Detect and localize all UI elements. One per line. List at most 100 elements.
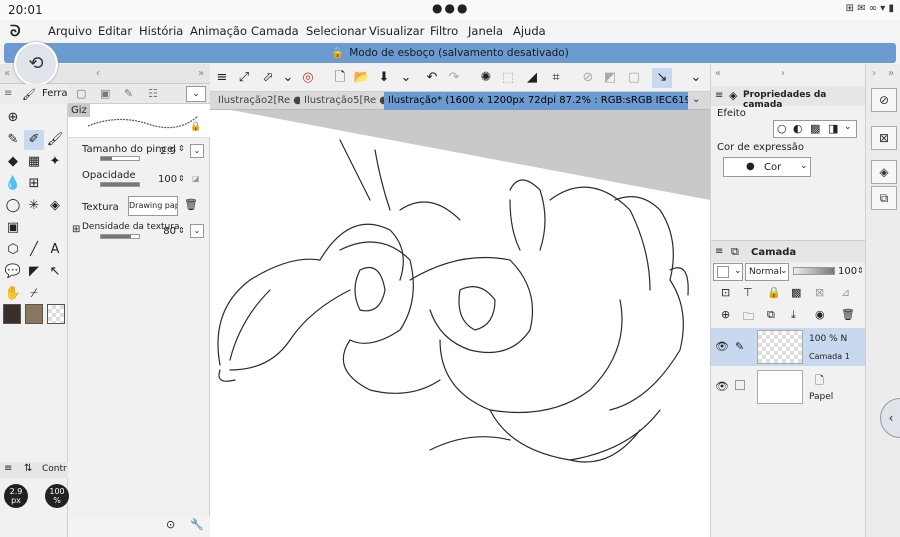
expand-icon[interactable]: ⤢ [234, 68, 254, 88]
pattern-tool-icon[interactable]: ▦ [24, 152, 44, 172]
blend-mode-select[interactable]: Normal ⌄ [745, 263, 789, 281]
trash-icon[interactable]: 🗑 [184, 198, 198, 211]
balloon-tool-icon[interactable]: 💬 [3, 262, 23, 282]
frame-icon[interactable]: ▢ [624, 68, 644, 88]
border-effect-icon[interactable]: ○ [777, 122, 787, 135]
layer-color-effect-icon[interactable]: ◨ [828, 122, 838, 135]
menu-selecionar[interactable]: Selecionar [306, 24, 366, 38]
chevron-down-icon[interactable]: ⌄ [692, 94, 700, 105]
brush-tab-icon[interactable]: 🖌 [22, 88, 36, 101]
lasso-tool-icon[interactable]: ◯ [3, 196, 23, 216]
3d-tool-icon[interactable]: ⬡ [3, 240, 23, 260]
new-folder-icon[interactable]: 🗀 [743, 308, 754, 327]
texture-density-slider[interactable] [100, 234, 140, 239]
pencil-tool-icon[interactable]: ✐ [24, 130, 44, 150]
panel-menu-icon[interactable]: ≡ [4, 88, 12, 99]
lock-alpha-icon[interactable]: ▩ [791, 286, 801, 299]
brush-size-dropdown[interactable]: ⌄ [190, 144, 204, 158]
subtool-icon-2[interactable]: ▣ [100, 87, 110, 100]
selection-icon[interactable]: ⬚ [498, 68, 518, 88]
tab-ilustracao2[interactable]: Ilustração2[Re ● [214, 92, 300, 110]
record-icon[interactable]: ⊕ [3, 108, 23, 128]
menu-janela[interactable]: Janela [468, 24, 503, 38]
opacity-indicator[interactable]: 100 % [45, 484, 69, 508]
edge-pull-handle[interactable]: ‹ [880, 398, 900, 438]
stepper-icon[interactable]: ⇕ [857, 266, 864, 275]
tone-effect-icon[interactable]: ◐ [793, 122, 803, 135]
chevron-down-icon[interactable]: ⌄ [186, 86, 206, 102]
crop-icon[interactable]: ⌗ [546, 68, 566, 88]
gradient-tool-icon[interactable]: ▣ [3, 218, 23, 238]
panel-menu-icon[interactable]: ≡ [4, 463, 12, 474]
transform-icon[interactable]: ⬀ [258, 68, 278, 88]
app-logo-icon[interactable]: ᘐ [10, 22, 21, 40]
clear-icon[interactable]: ⊘ [578, 68, 598, 88]
chevron-down-icon[interactable]: ⌄ [844, 122, 852, 132]
brush-size-slider[interactable] [100, 156, 140, 161]
open-folder-icon[interactable]: 📂 [352, 68, 372, 88]
eyedropper-tool-icon[interactable]: ⌿ [24, 284, 44, 304]
collapse-icon[interactable]: » [198, 68, 204, 79]
stepper-icon[interactable]: ⇕ [178, 226, 185, 235]
collapse-left-icon[interactable]: « [4, 68, 10, 79]
stepper-icon[interactable]: ⇕ [178, 174, 185, 183]
chevron-down-icon[interactable]: ⌄ [396, 68, 416, 88]
chevron-right-icon[interactable]: › [872, 68, 876, 79]
pressure-icon[interactable]: ◪ [192, 174, 200, 183]
tab-ilustracao5[interactable]: Ilustração5[Re ● [300, 92, 384, 110]
blend-tool-icon[interactable]: 💧 [3, 174, 23, 194]
chevron-down-icon[interactable]: ⌄ [278, 68, 298, 88]
subtool-icon-3[interactable]: ✎ [124, 87, 133, 100]
duplicate-layer-icon[interactable]: ⧉ [767, 308, 775, 322]
fill-bucket-icon[interactable]: ◢ [522, 68, 542, 88]
loading-icon[interactable]: ✺ [476, 68, 496, 88]
visibility-eye-icon[interactable]: 👁 [715, 340, 729, 353]
hand-tool-icon[interactable]: ✋ [3, 284, 23, 304]
tab-ilustracao-active[interactable]: Ilustração* (1600 x 1200px 72dpi 87.2% :… [384, 92, 688, 110]
ruler-icon[interactable]: ⊿ [841, 286, 850, 299]
collapse-icon[interactable]: » [888, 68, 894, 79]
plus-box-icon[interactable]: ⊞ [72, 224, 80, 235]
layer-opacity-value[interactable]: 100 [838, 266, 857, 277]
collapse-left-icon[interactable]: « [715, 68, 721, 79]
panel-menu-icon[interactable]: ≡ [715, 246, 723, 257]
sub-view-icon[interactable]: ⊠ [871, 126, 897, 150]
texture-density-value[interactable]: 80 [158, 226, 176, 237]
brush-tool-icon[interactable]: 🖌 [45, 130, 65, 150]
pen-tool-icon[interactable]: ✎ [3, 130, 23, 150]
delete-layer-icon[interactable]: 🗑 [841, 308, 855, 321]
expression-color-select[interactable]: ● Cor ⌄ [723, 157, 811, 177]
app-update-icon[interactable]: ◎ [298, 68, 318, 88]
redo-icon[interactable]: ↷ [444, 68, 464, 88]
quick-access-button[interactable]: ⟲ [14, 42, 58, 86]
menu-historia[interactable]: História [139, 24, 183, 38]
menu-arquivo[interactable]: Arquivo [48, 24, 92, 38]
new-layer-icon[interactable]: ⊕ [721, 308, 730, 321]
menu-filtro[interactable]: Filtro [430, 24, 458, 38]
layer-row-camada-1[interactable]: 👁 ✎ 100 % N Camada 1 [711, 328, 866, 366]
move-tool-icon[interactable]: ↖ [45, 262, 65, 282]
layer-props-icon[interactable]: ◈ [871, 160, 897, 184]
sub-color-swatch[interactable] [25, 304, 43, 324]
menu-camada[interactable]: Camada [251, 24, 299, 38]
line-tool-icon[interactable]: ╱ [24, 240, 44, 260]
text-tool-icon[interactable]: A [45, 240, 65, 260]
layer-color-select[interactable]: ⌄ [713, 263, 743, 281]
sparkle-tool-icon[interactable]: ✦ [45, 152, 65, 172]
transparent-color-swatch[interactable] [47, 304, 65, 324]
hamburger-menu-icon[interactable]: ≡ [212, 68, 232, 88]
fill-tool-icon[interactable]: ◈ [45, 196, 65, 216]
texture-density-dropdown[interactable]: ⌄ [190, 224, 204, 238]
reference-icon[interactable]: ⊤ [743, 286, 753, 299]
edit-pen-icon[interactable]: ✎ [735, 340, 744, 353]
layer-fill-icon[interactable]: ◩ [600, 68, 620, 88]
visibility-eye-icon[interactable]: 👁 [715, 380, 729, 393]
brush-size-indicator[interactable]: 2.9 px [4, 484, 28, 508]
new-file-icon[interactable]: 🗋 [330, 68, 350, 88]
subtool-icon-1[interactable]: ▢ [76, 87, 86, 100]
opacity-slider[interactable] [100, 182, 140, 187]
clipping-icon[interactable]: ⊡ [721, 286, 730, 299]
layer-mask-icon[interactable]: ◉ [815, 308, 825, 321]
layer-opacity-slider[interactable] [793, 267, 835, 275]
merge-layer-icon[interactable]: ⤓ [791, 308, 796, 322]
